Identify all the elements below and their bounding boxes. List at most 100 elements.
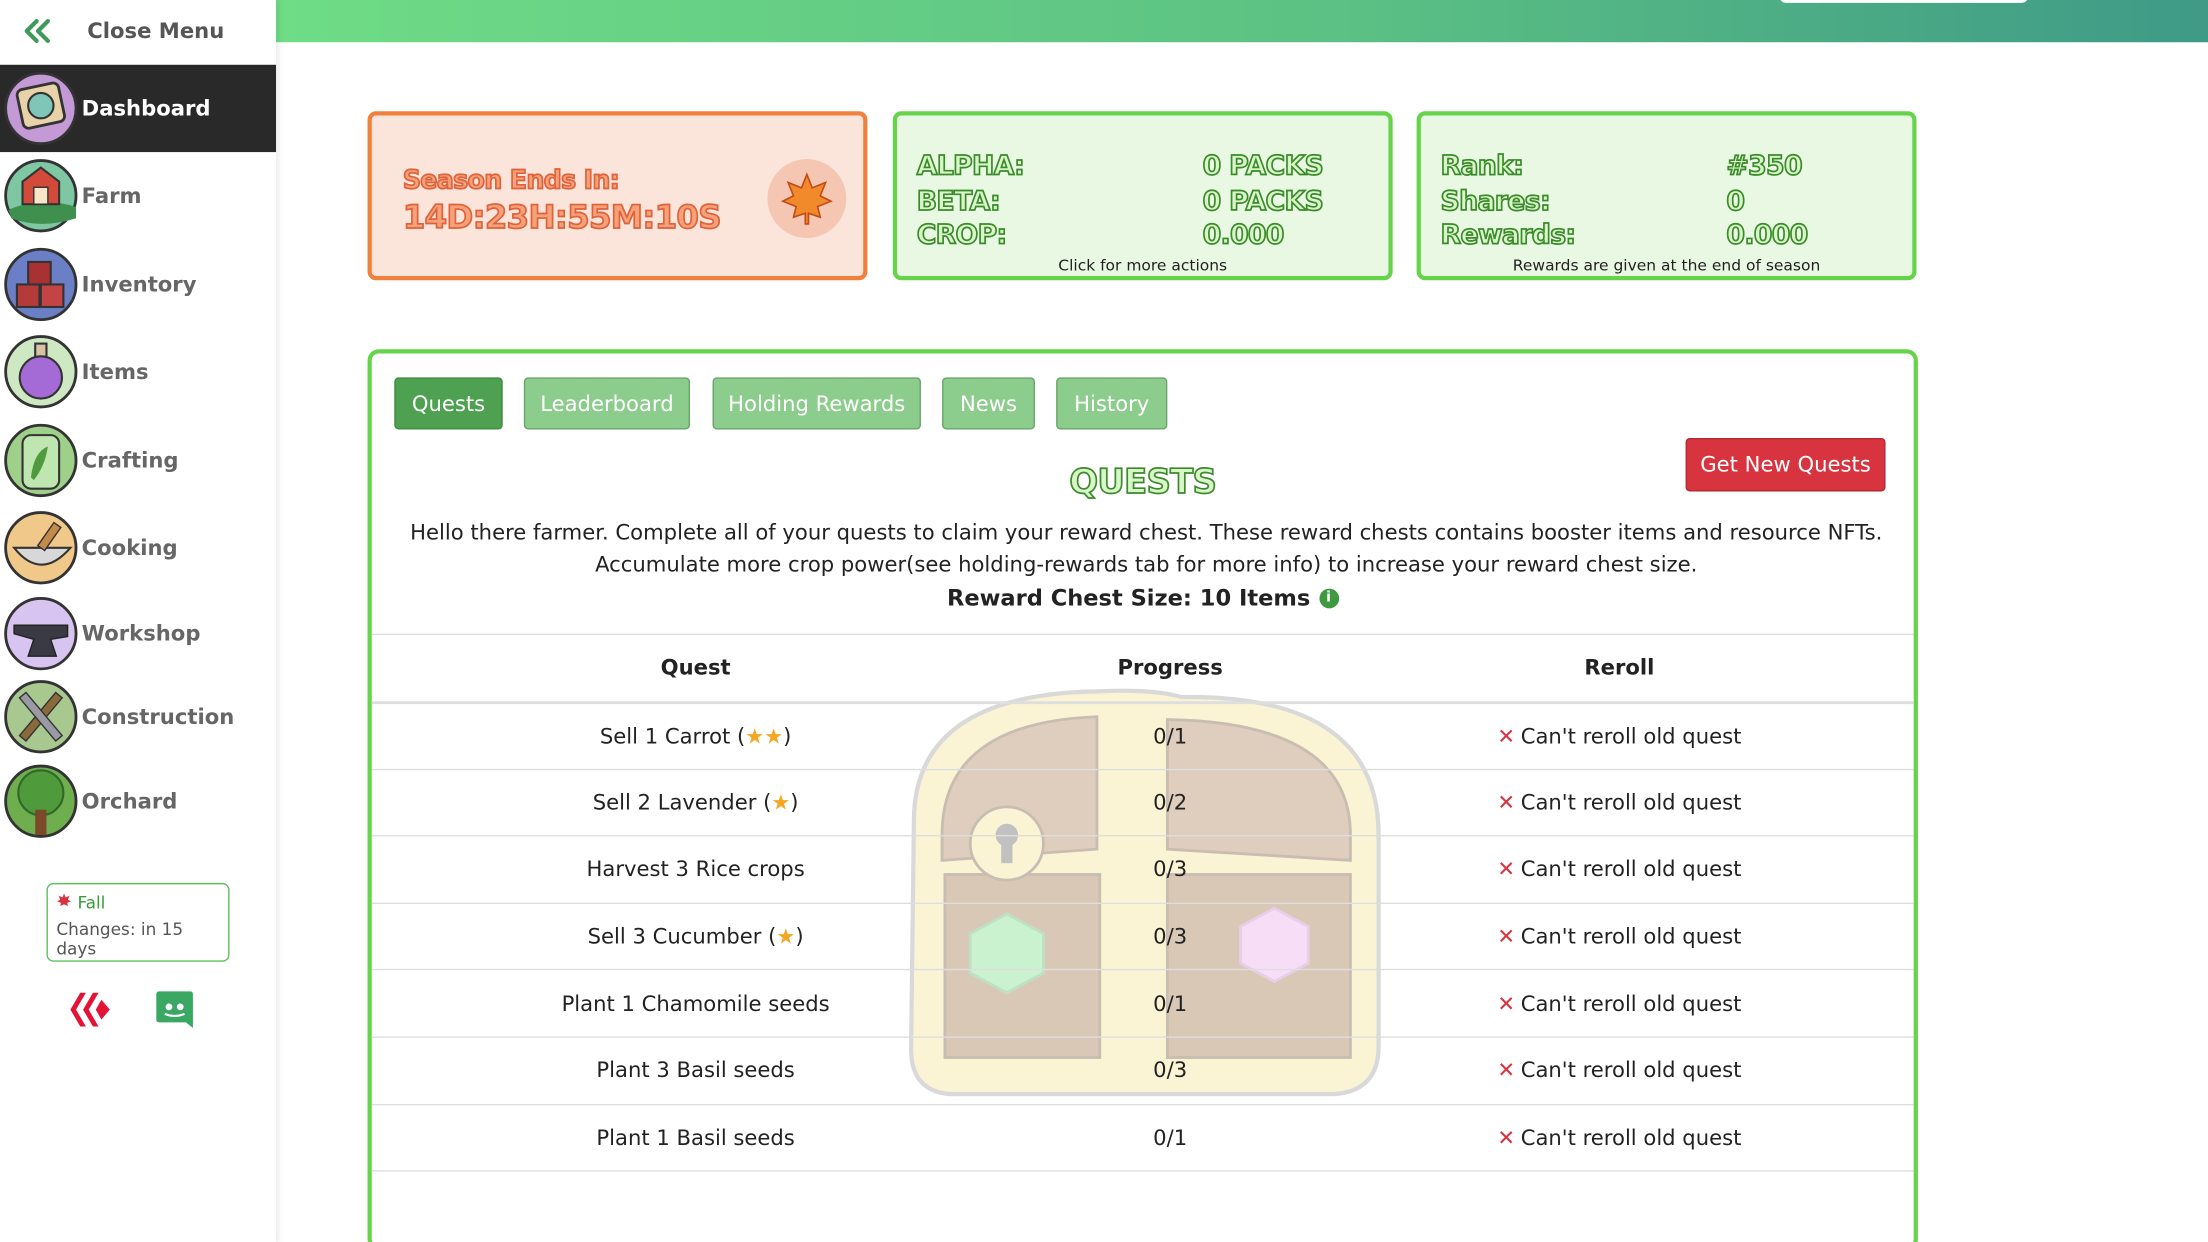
table-header-row: Quest Progress Reroll bbox=[371, 633, 1914, 704]
star-icon: ★ bbox=[771, 789, 791, 816]
anvil-icon bbox=[3, 594, 80, 671]
progress-cell: 0/3 bbox=[1019, 903, 1321, 971]
sidebar-item-label: Construction bbox=[81, 704, 235, 730]
quest-cell: Sell 2 Lavender (★) bbox=[371, 768, 1020, 837]
reroll-text: Can't reroll old quest bbox=[1520, 723, 1742, 749]
crop-label: CROP: bbox=[916, 219, 1008, 252]
top-bar bbox=[275, 0, 2208, 43]
star-icon: ★ bbox=[776, 923, 796, 950]
packs-card[interactable]: ALPHA: 0 PACKS BETA: 0 PACKS CROP: 0.000… bbox=[892, 111, 1393, 281]
sidebar-item-label: Cooking bbox=[81, 535, 178, 561]
hammer-wrench-icon bbox=[3, 677, 80, 754]
reroll-cell: ✕ Can't reroll old quest bbox=[1320, 1037, 1914, 1105]
quest-text: Sell 3 Cucumber bbox=[587, 923, 762, 950]
sidebar-item-workshop[interactable]: Workshop bbox=[0, 590, 276, 677]
beta-value: 0 PACKS bbox=[1202, 185, 1325, 218]
rank-card: Rank: #350 Shares: 0 Rewards: 0.000 Rewa… bbox=[1416, 111, 1917, 281]
reroll-text: Can't reroll old quest bbox=[1520, 789, 1742, 816]
hive-icon[interactable] bbox=[68, 989, 113, 1037]
close-icon: ✕ bbox=[1497, 723, 1516, 749]
sidebar-item-cooking[interactable]: Cooking bbox=[0, 504, 276, 591]
table-row: Plant 1 Basil seeds 0/1 ✕ Can't reroll ol… bbox=[371, 1104, 1914, 1172]
sidebar-item-label: Crafting bbox=[81, 447, 179, 474]
close-icon: ✕ bbox=[1497, 923, 1516, 950]
tree-icon bbox=[3, 762, 80, 839]
sidebar-item-farm[interactable]: Farm bbox=[0, 152, 276, 239]
discord-icon[interactable] bbox=[155, 989, 194, 1037]
table-row: Sell 1 Carrot (★★) 0/1 ✕ Can't reroll old… bbox=[371, 701, 1914, 770]
sidebar-item-label: Dashboard bbox=[81, 95, 211, 122]
alpha-value: 0 PACKS bbox=[1202, 150, 1325, 183]
quest-text: Sell 2 Lavender bbox=[592, 789, 757, 816]
season-changes: Changes: in 15 days bbox=[56, 919, 184, 959]
barn-icon bbox=[3, 156, 80, 233]
progress-cell: 0/3 bbox=[1019, 1037, 1321, 1105]
tab-history[interactable]: History bbox=[1056, 377, 1168, 430]
reroll-cell: ✕ Can't reroll old quest bbox=[1320, 701, 1914, 770]
progress-cell: 0/2 bbox=[1019, 768, 1321, 837]
quests-panel: Quests Leaderboard Holding Rewards News … bbox=[367, 349, 1918, 1242]
quest-text: Sell 1 Carrot bbox=[599, 723, 731, 749]
close-icon: ✕ bbox=[1497, 1124, 1516, 1151]
header-progress: Progress bbox=[1019, 633, 1321, 704]
close-icon: ✕ bbox=[1497, 990, 1516, 1017]
header-reroll: Reroll bbox=[1320, 633, 1914, 704]
quest-cell: Sell 3 Cucumber (★) bbox=[371, 903, 1020, 971]
close-icon: ✕ bbox=[1497, 1057, 1516, 1084]
dashboard-icon bbox=[3, 69, 80, 146]
quest-text: Plant 1 Chamomile seeds bbox=[561, 990, 830, 1017]
info-icon[interactable]: i bbox=[1318, 587, 1339, 608]
star-icon: ★ bbox=[745, 723, 765, 749]
double-chevron-left-icon bbox=[21, 15, 52, 52]
reroll-text: Can't reroll old quest bbox=[1520, 1057, 1742, 1084]
progress-cell: 0/1 bbox=[1019, 1104, 1321, 1172]
season-name: Fall bbox=[77, 892, 106, 913]
reroll-cell: ✕ Can't reroll old quest bbox=[1320, 1104, 1914, 1172]
sidebar-item-label: Farm bbox=[81, 183, 142, 209]
quest-text: Plant 1 Basil seeds bbox=[596, 1124, 795, 1151]
quests-table: Quest Progress Reroll Sell 1 Carrot (★★)… bbox=[371, 633, 1914, 1172]
reroll-text: Can't reroll old quest bbox=[1520, 1124, 1742, 1151]
tab-quests[interactable]: Quests bbox=[394, 377, 503, 430]
rank-label: Rank: bbox=[1440, 150, 1525, 183]
sidebar-item-items[interactable]: Items bbox=[0, 328, 276, 415]
rewards-label: Rewards: bbox=[1440, 219, 1577, 252]
sidebar-item-crafting[interactable]: Crafting bbox=[0, 417, 276, 504]
tab-news[interactable]: News bbox=[942, 377, 1035, 430]
sidebar-item-dashboard[interactable]: Dashboard bbox=[0, 64, 276, 153]
close-menu-button[interactable]: Close Menu bbox=[0, 0, 276, 65]
alpha-label: ALPHA: bbox=[916, 150, 1026, 183]
sidebar-item-construction[interactable]: Construction bbox=[0, 673, 276, 760]
table-row: Sell 3 Cucumber (★) 0/3 ✕ Can't reroll ol… bbox=[371, 903, 1914, 971]
season-indicator: Fall Changes: in 15 days bbox=[46, 882, 230, 962]
potion-icon bbox=[3, 332, 80, 409]
reroll-cell: ✕ Can't reroll old quest bbox=[1320, 768, 1914, 837]
sidebar-item-label: Items bbox=[81, 359, 149, 385]
reroll-cell: ✕ Can't reroll old quest bbox=[1320, 836, 1914, 904]
reroll-text: Can't reroll old quest bbox=[1520, 856, 1742, 883]
table-row: Plant 1 Chamomile seeds 0/1 ✕ Can't rerol… bbox=[371, 970, 1914, 1038]
progress-cell: 0/1 bbox=[1019, 701, 1321, 770]
table-row: Harvest 3 Rice crops 0/3 ✕ Can't reroll o… bbox=[371, 836, 1914, 904]
table-row: Plant 3 Basil seeds 0/3 ✕ Can't reroll ol… bbox=[371, 1037, 1914, 1105]
reroll-cell: ✕ Can't reroll old quest bbox=[1320, 970, 1914, 1038]
top-bar-pill[interactable] bbox=[1779, 0, 2028, 3]
star-icon: ★ bbox=[764, 723, 784, 749]
rewards-value: 0.000 bbox=[1726, 219, 1810, 252]
sidebar-item-inventory[interactable]: Inventory bbox=[0, 241, 276, 328]
maple-leaf-icon bbox=[767, 159, 847, 238]
quest-cell: Harvest 3 Rice crops bbox=[371, 836, 1020, 904]
tab-holding-rewards[interactable]: Holding Rewards bbox=[712, 377, 921, 430]
quest-cell: Plant 1 Chamomile seeds bbox=[371, 970, 1020, 1038]
quests-title: QUESTS bbox=[1068, 461, 1217, 502]
sidebar-item-orchard[interactable]: Orchard bbox=[0, 758, 276, 845]
rewards-note: Rewards are given at the end of season bbox=[1512, 256, 1821, 275]
reroll-text: Can't reroll old quest bbox=[1520, 923, 1742, 950]
shares-label: Shares: bbox=[1440, 185, 1552, 218]
tab-leaderboard[interactable]: Leaderboard bbox=[523, 377, 690, 430]
maple-leaf-icon bbox=[56, 893, 72, 913]
reroll-text: Can't reroll old quest bbox=[1520, 990, 1742, 1017]
close-icon: ✕ bbox=[1497, 789, 1516, 816]
quest-text: Harvest 3 Rice crops bbox=[586, 856, 805, 883]
quest-text: Plant 3 Basil seeds bbox=[596, 1057, 795, 1084]
